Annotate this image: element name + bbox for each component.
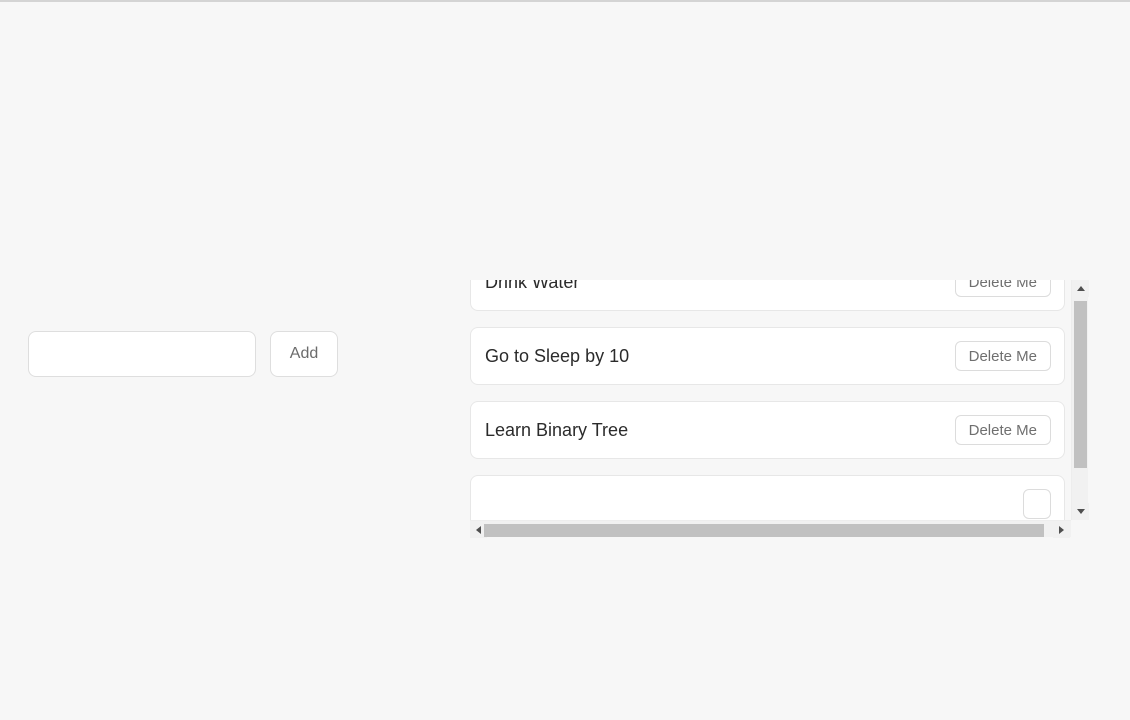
triangle-down-icon bbox=[1076, 509, 1085, 514]
todo-list-panel: Drink Water Delete Me Go to Sleep by 10 … bbox=[470, 280, 1089, 542]
todo-item[interactable]: Learn Binary Tree Delete Me bbox=[470, 401, 1065, 459]
add-todo-form: Add bbox=[28, 331, 338, 377]
todo-item-label: Go to Sleep by 10 bbox=[485, 345, 630, 366]
scroll-down-button[interactable] bbox=[1072, 503, 1089, 520]
todo-item-label: Learn Binary Tree bbox=[485, 419, 629, 440]
horizontal-scrollbar[interactable] bbox=[470, 520, 1071, 538]
delete-todo-button[interactable]: Delete Me bbox=[954, 415, 1051, 445]
delete-todo-button[interactable]: Delete Me bbox=[954, 280, 1051, 297]
todo-input[interactable] bbox=[28, 331, 256, 377]
triangle-right-icon bbox=[1059, 525, 1064, 534]
vertical-scrollbar[interactable] bbox=[1071, 280, 1089, 520]
delete-todo-button[interactable] bbox=[1023, 489, 1051, 519]
delete-todo-button[interactable]: Delete Me bbox=[954, 341, 1051, 371]
todo-list-viewport: Drink Water Delete Me Go to Sleep by 10 … bbox=[470, 280, 1071, 520]
vertical-scrollbar-thumb[interactable] bbox=[1074, 301, 1087, 468]
triangle-left-icon bbox=[476, 525, 481, 534]
todo-list-scroller: Drink Water Delete Me Go to Sleep by 10 … bbox=[470, 280, 1071, 520]
scroll-up-button[interactable] bbox=[1072, 280, 1089, 297]
todo-item[interactable]: Drink Water Delete Me bbox=[470, 280, 1065, 311]
add-button[interactable]: Add bbox=[270, 331, 338, 377]
todo-item-label: Drink Water bbox=[485, 280, 580, 292]
browser-chrome-divider bbox=[0, 0, 1130, 2]
scroll-right-button[interactable] bbox=[1053, 521, 1070, 538]
triangle-up-icon bbox=[1076, 286, 1085, 291]
todo-item[interactable] bbox=[470, 475, 1065, 520]
todo-item[interactable]: Go to Sleep by 10 Delete Me bbox=[470, 327, 1065, 385]
horizontal-scrollbar-thumb[interactable] bbox=[484, 524, 1044, 537]
